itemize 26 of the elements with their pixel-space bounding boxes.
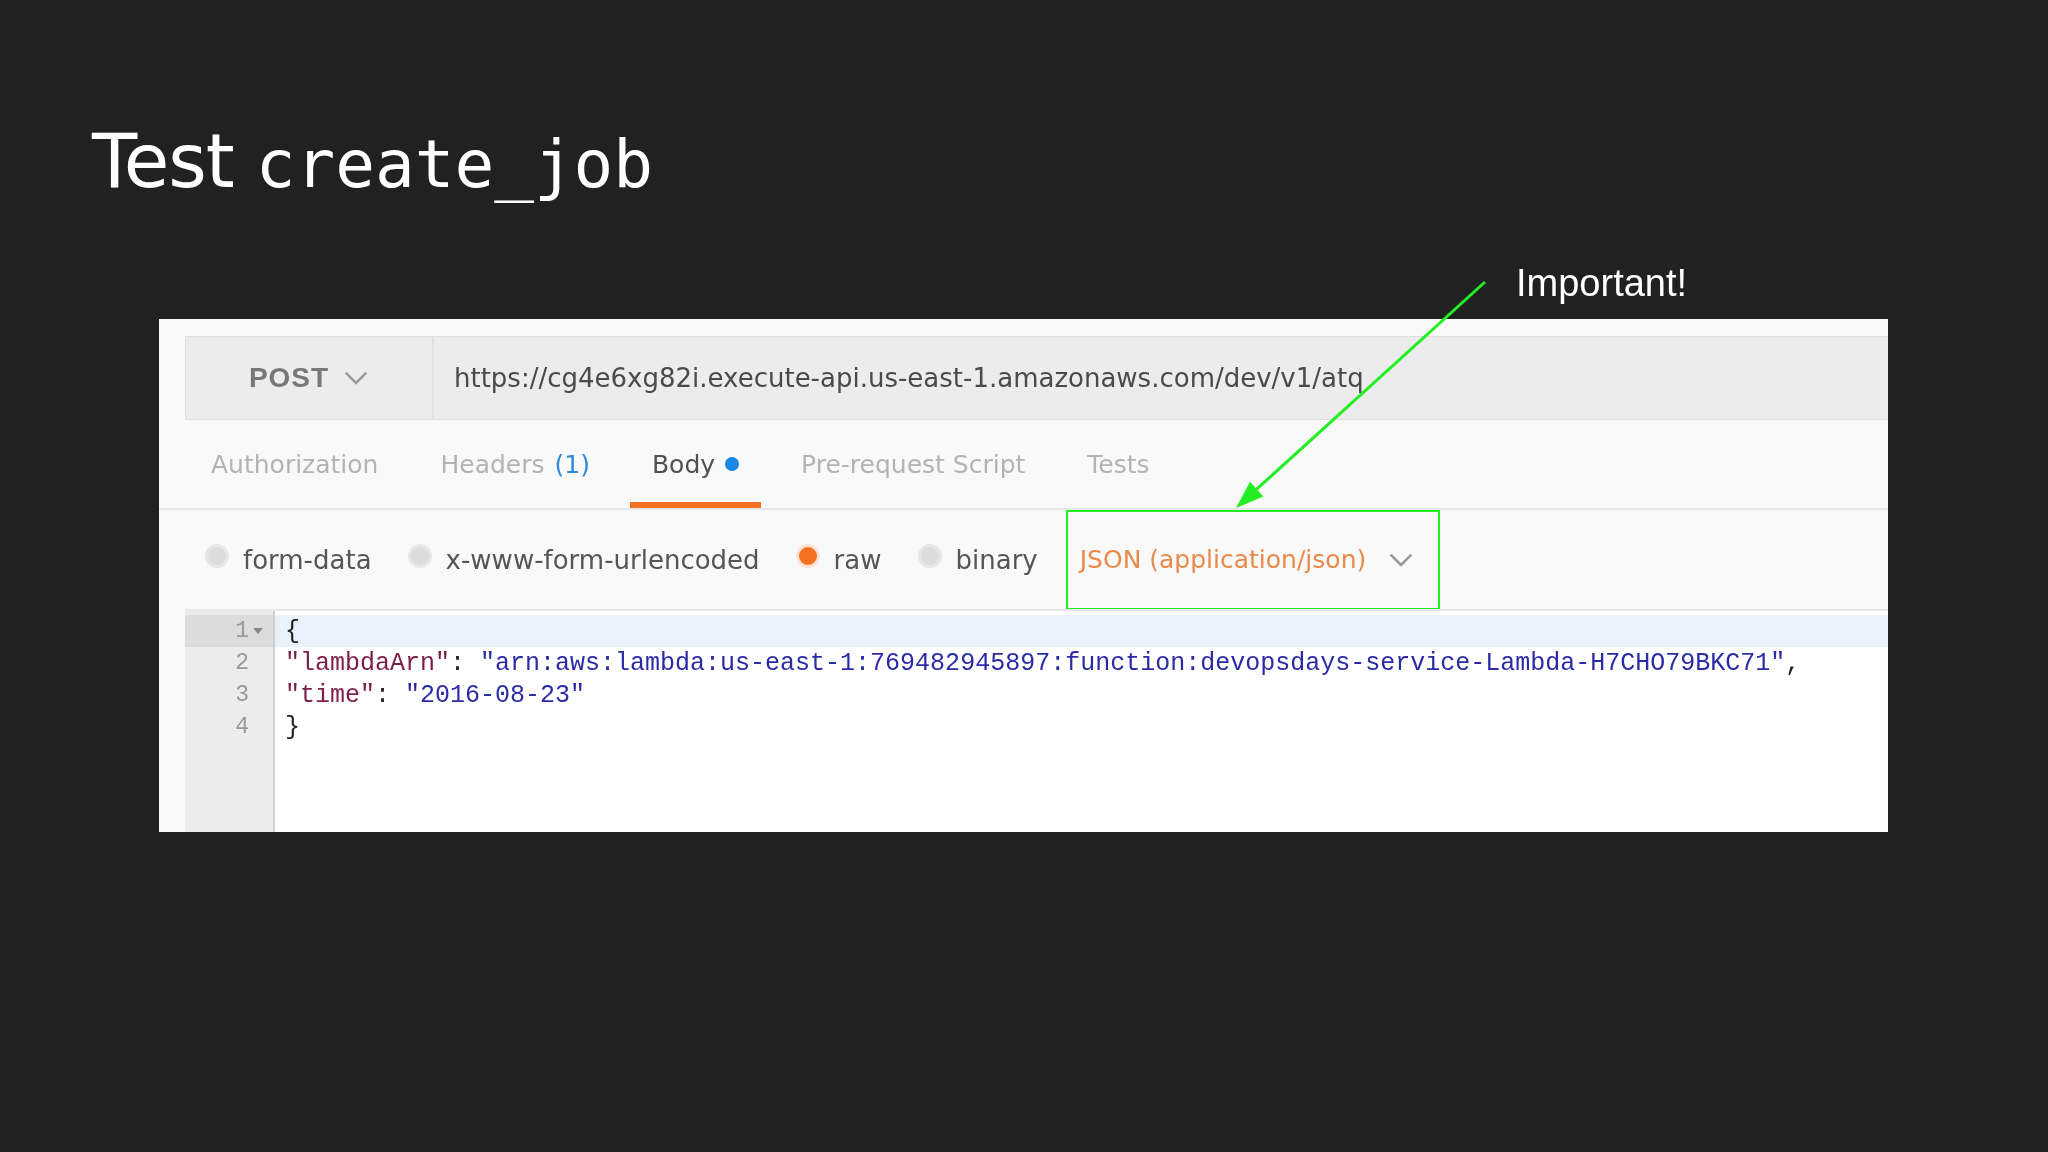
line-number: 1 (185, 615, 273, 647)
radio-label: x-www-form-urlencoded (445, 544, 760, 575)
radio-label: binary (955, 544, 1038, 575)
line-number: 3 (234, 681, 250, 710)
code-line: "lambdaArn": "arn:aws:lambda:us-east-1:769482945897:function:devopsdays-service-Lambda-H7CHO79BKC71", (284, 647, 1802, 679)
content-type-dropdown[interactable]: JSON (application/json) (1079, 545, 1415, 574)
request-tab[interactable]: Body (629, 420, 762, 508)
request-tab[interactable]: Pre-request Script (779, 420, 1048, 508)
radio-button[interactable] (795, 543, 820, 568)
fold-caret-icon[interactable] (253, 628, 263, 634)
radio-button[interactable] (205, 543, 229, 568)
code-line: } (284, 711, 301, 743)
radio-label: raw (833, 544, 882, 575)
radio-label: form-data (243, 544, 372, 575)
request-tab[interactable]: Tests (1065, 420, 1172, 508)
radio-button[interactable] (917, 543, 942, 568)
request-tab[interactable]: Authorization (189, 420, 401, 508)
line-number: 4 (234, 713, 250, 742)
slide-title: Test (92, 118, 234, 204)
slide-title-code: create_job (255, 126, 654, 203)
annotation-text: Important! (1516, 262, 1688, 305)
chevron-down-icon (1388, 551, 1415, 568)
line-number: 2 (234, 649, 250, 678)
radio-button[interactable] (407, 543, 432, 568)
code-line: "time": "2016-08-23" (284, 679, 587, 711)
request-tab[interactable]: Headers (1) (418, 420, 612, 508)
